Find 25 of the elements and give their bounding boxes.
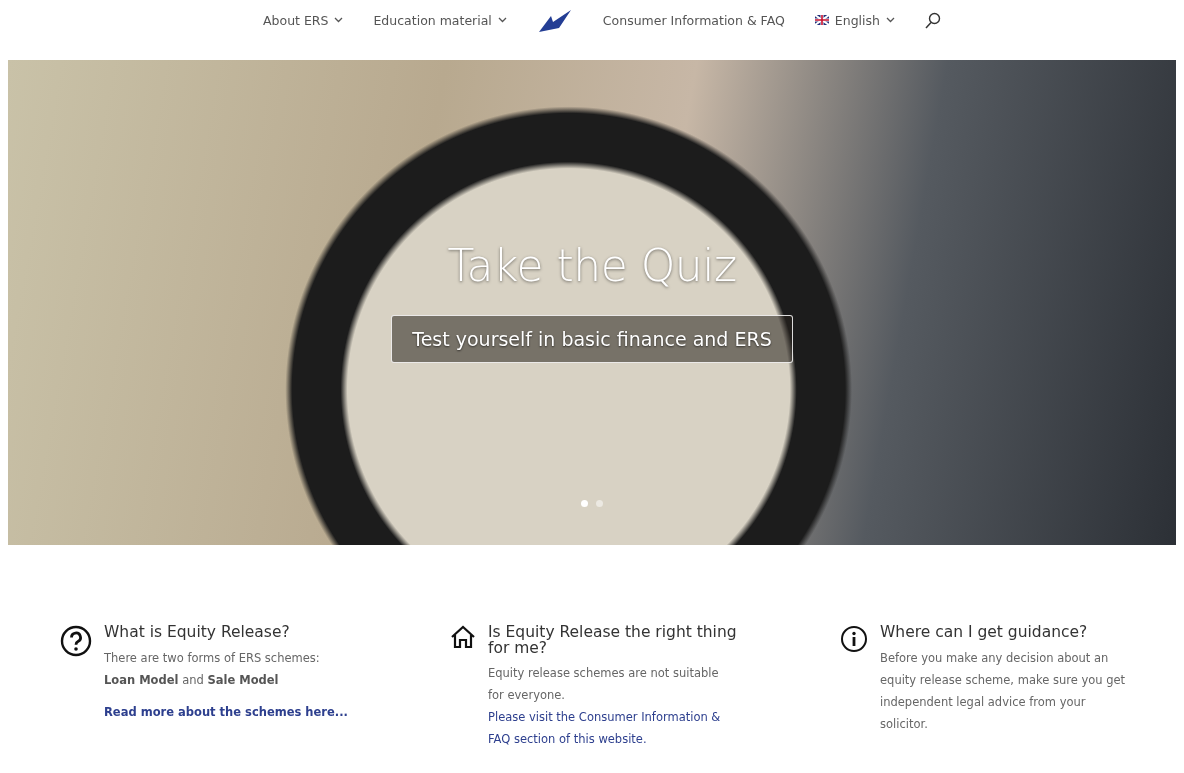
chevron-down-icon [886, 17, 895, 23]
slider-dot[interactable] [596, 500, 603, 507]
hero-button[interactable]: Test yourself in basic finance and ERS [391, 315, 793, 363]
search-icon[interactable] [925, 11, 941, 29]
house-icon [450, 625, 476, 649]
question-circle-icon [60, 625, 92, 657]
info-circle-icon [840, 625, 868, 653]
chevron-down-icon [334, 17, 344, 23]
logo-icon[interactable] [536, 8, 573, 32]
flag-icon [814, 15, 829, 25]
faq-link[interactable]: Please visit the Consumer Information & FAQ section of this website. [488, 706, 738, 750]
slider-dot[interactable] [581, 500, 588, 507]
feature-title: What is Equity Release? [104, 625, 291, 641]
feature-title: Is Equity Release the right thing for me? [488, 625, 738, 656]
nav-link[interactable]: English [814, 12, 895, 28]
chevron-down-icon [497, 17, 507, 23]
feature-title: Where can I get guidance? [880, 625, 1089, 641]
feature-text: Equity release schemes are not suitable for everyone. Please visit the Consumer Information & FAQ section of this website. [488, 662, 738, 750]
nav-link[interactable]: Consumer Information & FAQ [602, 12, 785, 28]
hero-title: Take the Quiz [447, 240, 737, 291]
read-more-link[interactable]: Read more about the schemes here... [104, 704, 354, 719]
nav-link[interactable]: Education material [373, 12, 507, 28]
feature-text: Before you make any decision about an equity release scheme, make sure you get independent legal advice from your solicitor. [880, 649, 1127, 733]
feature-text: There are two forms of ERS schemes: Loan Model and Sale Model [104, 649, 321, 689]
nav-link[interactable]: About ERS [263, 12, 344, 28]
